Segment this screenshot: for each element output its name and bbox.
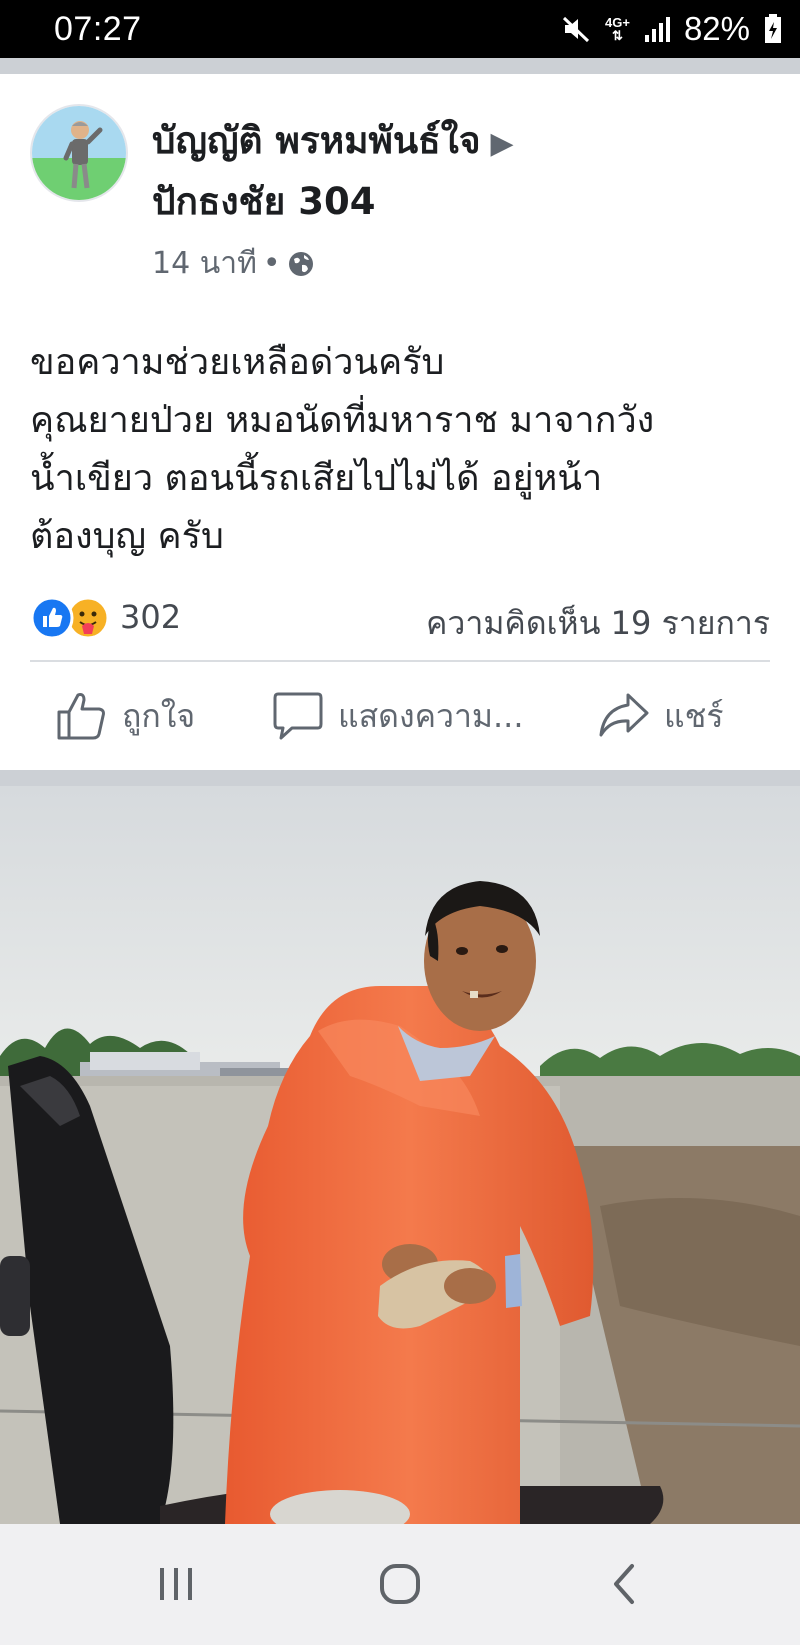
status-bar: 07:27 4G+ ⇅ 82% — [0, 0, 800, 58]
status-icons: 4G+ ⇅ 82% — [561, 8, 782, 50]
post-photo[interactable] — [0, 786, 800, 1524]
network-label: 4G+ ⇅ — [605, 15, 630, 43]
author-name-line1[interactable]: บัญญัติ พรหมพันธ์ใจ — [152, 119, 481, 162]
reaction-count[interactable]: 302 — [120, 598, 181, 636]
author-avatar[interactable] — [30, 104, 128, 202]
action-bar: ถูกใจ แสดงความ... แชร์ — [0, 666, 800, 766]
status-time: 07:27 — [54, 10, 142, 48]
share-button[interactable]: แชร์ — [598, 688, 724, 744]
author-name[interactable]: บัญญัติ พรหมพันธ์ใจ ▶ ปักธงชัย 304 — [152, 112, 612, 231]
divider — [30, 660, 770, 662]
comment-button[interactable]: แสดงความ... — [272, 688, 524, 744]
home-icon[interactable] — [368, 1554, 432, 1614]
like-reaction-icon — [30, 596, 74, 640]
post-meta: 14 นาที • — [152, 240, 315, 287]
comment-icon — [273, 692, 323, 740]
globe-icon — [288, 251, 313, 276]
recent-apps-icon[interactable] — [144, 1554, 208, 1614]
signal-icon — [644, 17, 670, 42]
feed-separator — [0, 770, 800, 786]
back-icon[interactable] — [592, 1554, 656, 1614]
mute-icon — [562, 16, 590, 43]
share-icon — [599, 693, 649, 737]
post-text: ขอความช่วยเหลือด่วนครับ คุณยายป่วย หมอนั… — [30, 342, 655, 557]
share-label: แชร์ — [664, 696, 724, 735]
reaction-icons[interactable] — [30, 596, 114, 640]
thumbs-up-icon — [57, 693, 105, 740]
reactions-row[interactable]: 302 ความคิดเห็น 19 รายการ — [30, 596, 770, 642]
comment-count[interactable]: ความคิดเห็น 19 รายการ — [426, 598, 770, 649]
post-time[interactable]: 14 นาที — [152, 240, 257, 287]
like-button[interactable]: ถูกใจ — [56, 688, 195, 744]
feed-separator — [0, 58, 800, 74]
arrow-right-icon: ▶ — [490, 126, 514, 161]
comment-label: แสดงความ... — [338, 696, 524, 735]
post-card: บัญญัติ พรหมพันธ์ใจ ▶ ปักธงชัย 304 14 นาท… — [0, 74, 800, 770]
meta-separator: • — [262, 246, 281, 281]
author-group[interactable]: ปักธงชัย 304 — [152, 180, 375, 223]
battery-icon — [765, 14, 781, 43]
system-nav-bar — [0, 1524, 800, 1645]
care-reaction-icon — [66, 596, 110, 640]
battery-percent: 82% — [683, 10, 750, 47]
like-label: ถูกใจ — [122, 696, 196, 735]
